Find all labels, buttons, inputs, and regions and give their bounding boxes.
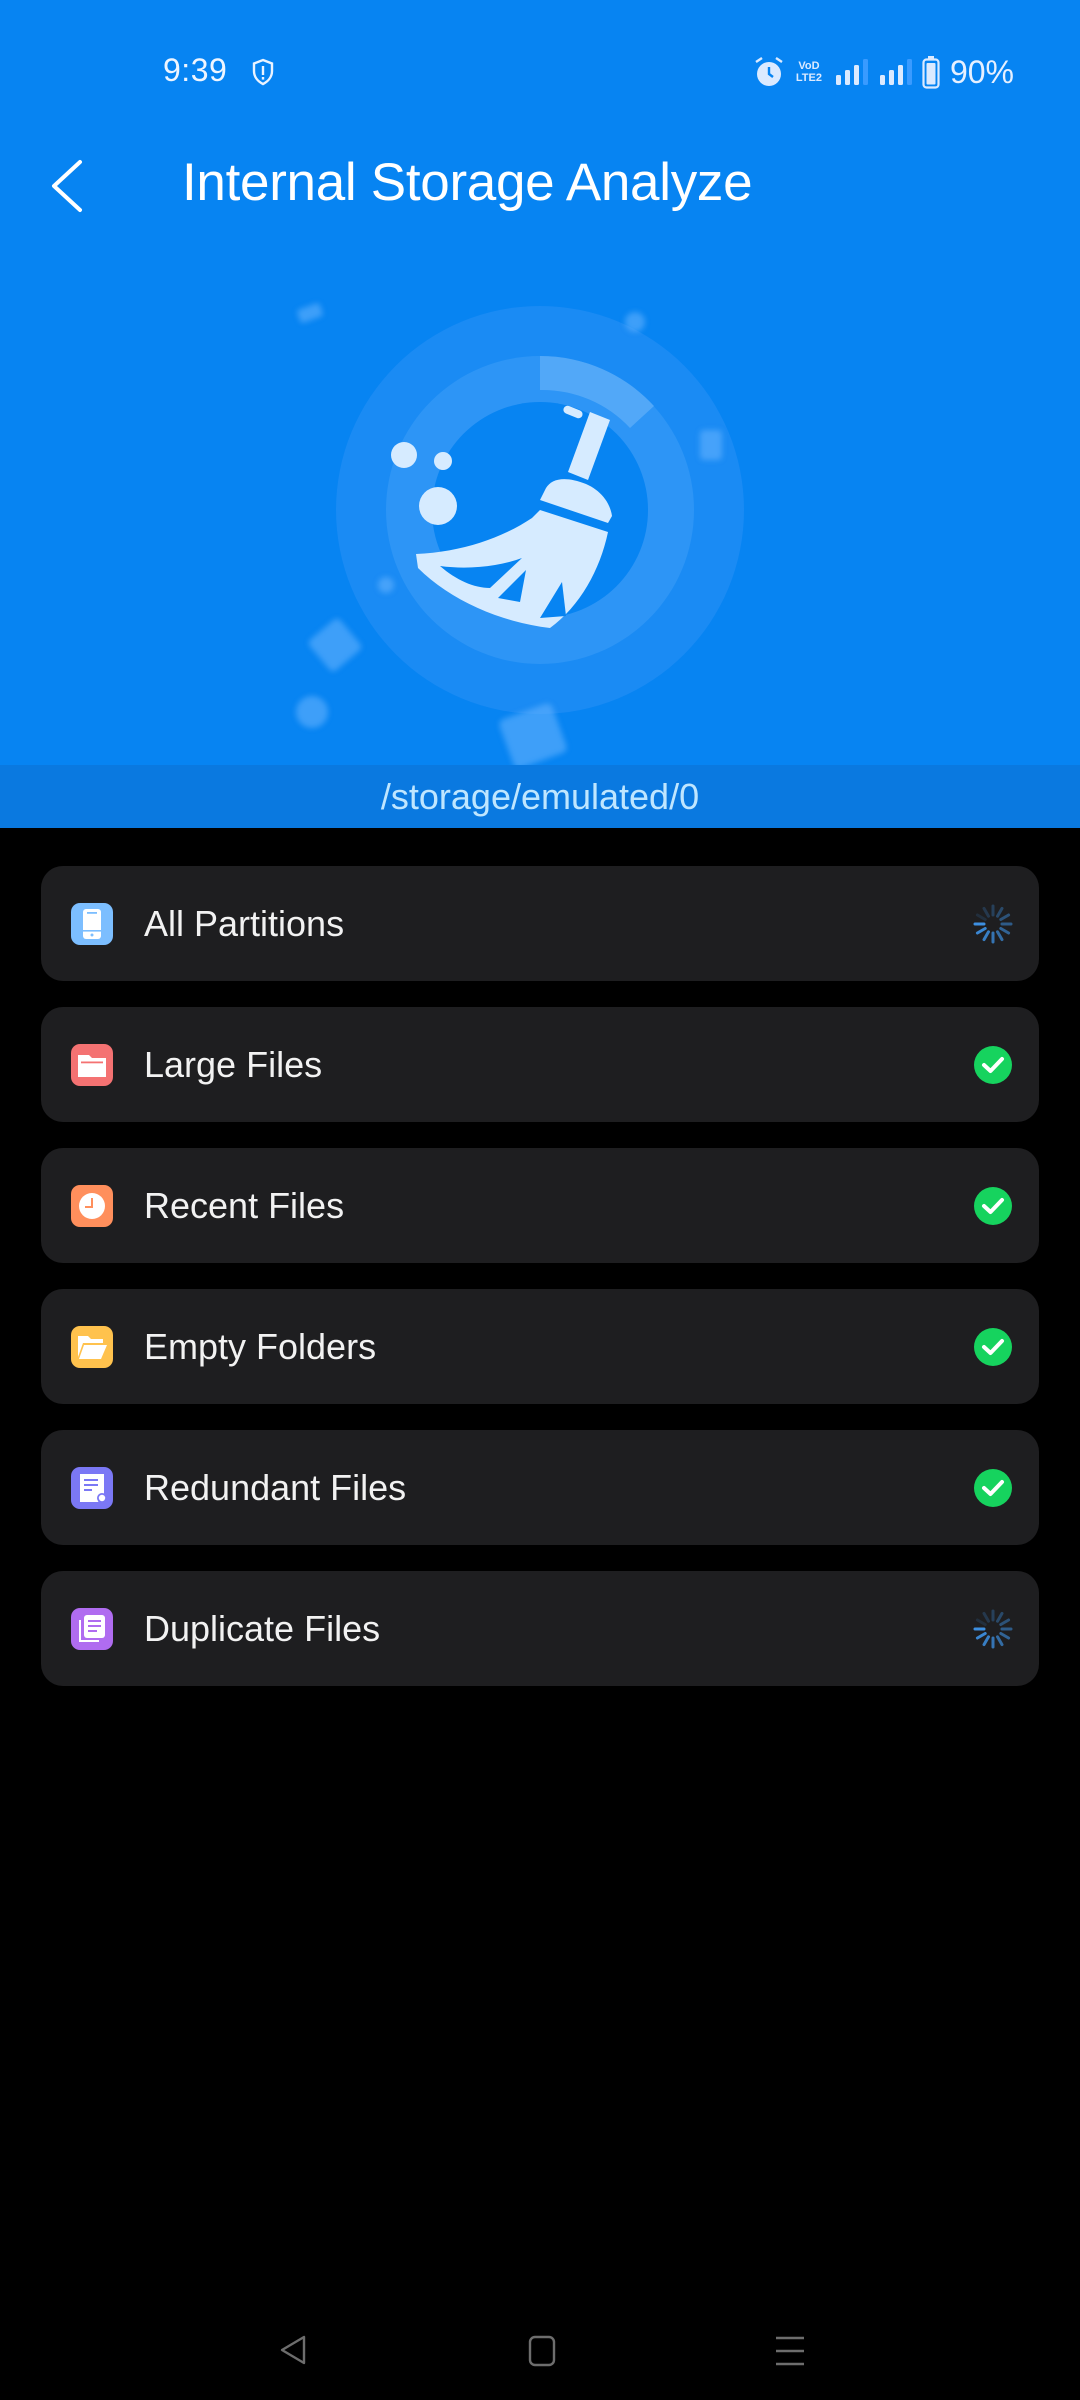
lte-label: LTE2 (795, 72, 822, 84)
check-circle-icon (974, 1328, 1012, 1366)
analysis-list: All Partitions Large Files Recent Files … (41, 866, 1039, 1712)
signal-sim2-icon (879, 59, 912, 85)
item-label: Redundant Files (144, 1467, 407, 1508)
copy-documents-icon (71, 1608, 113, 1650)
check-circle-icon (974, 1046, 1012, 1084)
system-nav-bar (0, 2290, 1080, 2400)
check-circle-icon (974, 1187, 1012, 1225)
volte-label: VoD (798, 60, 820, 72)
item-label: Recent Files (144, 1185, 345, 1226)
list-item-all-partitions[interactable]: All Partitions (41, 866, 1039, 981)
back-button[interactable] (44, 158, 94, 214)
document-icon (71, 1467, 113, 1509)
item-label: Large Files (144, 1044, 323, 1085)
battery-icon (922, 56, 940, 89)
list-item-large-files[interactable]: Large Files (41, 1007, 1039, 1122)
nav-home-button[interactable] (522, 2330, 562, 2370)
item-label: All Partitions (144, 903, 345, 944)
item-label: Empty Folders (144, 1326, 377, 1367)
signal-sim1-icon (835, 59, 868, 85)
alarm-icon (755, 57, 783, 86)
volte-lte2-icon: VoD LTE2 (792, 60, 826, 84)
broom-cleaning-icon (296, 303, 744, 765)
check-circle-icon (974, 1469, 1012, 1507)
nav-back-button[interactable] (274, 2330, 314, 2370)
item-label: Duplicate Files (144, 1608, 381, 1649)
list-item-recent-files[interactable]: Recent Files (41, 1148, 1039, 1263)
list-item-empty-folders[interactable]: Empty Folders (41, 1289, 1039, 1404)
storage-path: /storage/emulated/0 (380, 776, 700, 817)
shield-alert-icon (252, 58, 274, 86)
folder-icon (71, 1044, 113, 1086)
list-item-redundant-files[interactable]: Redundant Files (41, 1430, 1039, 1545)
page-title: Internal Storage Analyze (182, 153, 753, 212)
storage-path-bar: /storage/emulated/0 (0, 765, 1080, 828)
battery-percent: 90% (949, 53, 1014, 90)
loading-spinner-icon (973, 1609, 1013, 1649)
status-time: 9:39 (163, 52, 228, 88)
header: 9:39 VoD LTE2 90% Internal Storage Analy… (0, 0, 1080, 765)
list-item-duplicate-files[interactable]: Duplicate Files (41, 1571, 1039, 1686)
phone-icon (71, 903, 113, 945)
status-icons: VoD LTE2 90% (754, 54, 1014, 90)
open-folder-icon (71, 1326, 113, 1368)
status-bar: 9:39 VoD LTE2 90% (0, 0, 1080, 140)
clock-icon (71, 1185, 113, 1227)
nav-recents-button[interactable] (770, 2330, 810, 2370)
loading-spinner-icon (973, 904, 1013, 944)
